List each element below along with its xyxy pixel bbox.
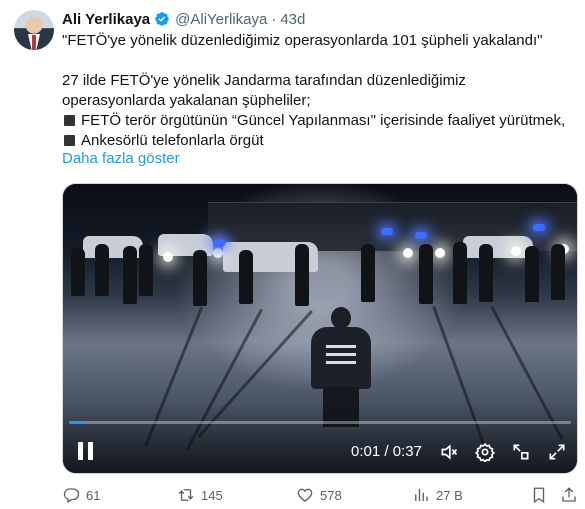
author-handle[interactable]: @AliYerlikaya: [175, 11, 267, 28]
controls-overlay: [63, 403, 577, 473]
reply-icon: [63, 488, 80, 503]
police-light: [415, 232, 427, 239]
tweet-header: Ali Yerlikaya @AliYerlikaya · 43d: [62, 9, 305, 29]
bullet-text: FETÖ terör örgütünün “Güncel Yapılanması…: [81, 112, 566, 129]
video-player[interactable]: 0:01 / 0:37: [62, 183, 578, 474]
pip-icon[interactable]: [511, 442, 531, 462]
reply-count: 61: [86, 487, 101, 503]
headlight: [403, 248, 413, 258]
post-time[interactable]: 43d: [280, 11, 305, 28]
bookmark-button[interactable]: [530, 486, 548, 504]
like-count: 578: [320, 487, 342, 503]
video-scene-person: [193, 250, 207, 306]
video-scene-person: [239, 250, 253, 304]
video-progress-bar[interactable]: [69, 421, 571, 424]
tweet-text-line: "FETÖ'ye yönelik düzenlediğimiz operasyo…: [62, 32, 543, 49]
video-scene-person: [525, 246, 539, 302]
headlight: [435, 248, 445, 258]
police-light: [213, 240, 225, 247]
bullet-square-icon: [64, 135, 75, 146]
tweet-bullet-line: Ankesörlü telefonlarla örgüt: [62, 131, 577, 151]
video-scene-person: [139, 244, 153, 296]
tweet-text-line: 27 ilde FETÖ'ye yönelik Jandarma tarafın…: [62, 72, 466, 89]
police-light: [381, 228, 393, 235]
tweet-bullet-line: FETÖ terör örgütünün “Güncel Yapılanması…: [62, 111, 577, 131]
video-scene-person: [71, 248, 85, 296]
video-scene-person: [123, 246, 137, 304]
video-scene-person: [95, 244, 109, 296]
avatar[interactable]: [14, 10, 54, 50]
bookmark-icon: [533, 487, 545, 504]
pause-icon[interactable]: [77, 442, 95, 460]
mute-icon[interactable]: [439, 442, 459, 462]
video-scene-person: [551, 244, 565, 300]
share-icon: [562, 487, 576, 502]
verified-badge-icon: [155, 12, 169, 26]
action-bar: 61 145 578 27 B: [0, 486, 585, 506]
show-more-link[interactable]: Daha fazla göster: [62, 150, 180, 167]
repost-count: 145: [201, 487, 223, 503]
video-scene-person: [453, 242, 467, 304]
author-name[interactable]: Ali Yerlikaya: [62, 11, 150, 28]
video-timecode: 0:01 / 0:37: [351, 443, 422, 460]
share-button[interactable]: [560, 486, 578, 504]
settings-icon[interactable]: [475, 442, 495, 462]
separator-dot: ·: [271, 10, 277, 28]
tweet-text-line: operasyonlarda yakalanan şüpheliler;: [62, 92, 311, 109]
bullet-text: Ankesörlü telefonlarla örgüt: [81, 132, 264, 149]
video-scene-person: [361, 244, 375, 302]
video-scene-person: [419, 244, 433, 304]
fullscreen-icon[interactable]: [547, 442, 567, 462]
video-scene-person: [479, 244, 493, 302]
video-scene-car: [463, 236, 533, 258]
like-icon: [297, 488, 313, 502]
views-count: 27 B: [436, 487, 463, 503]
headlight: [511, 246, 521, 256]
bullet-square-icon: [64, 115, 75, 126]
views-icon: [415, 489, 428, 501]
video-progress-fill: [69, 421, 83, 424]
video-scene-person: [295, 244, 309, 306]
repost-button[interactable]: 145: [177, 486, 223, 504]
like-button[interactable]: 578: [296, 486, 342, 504]
reply-button[interactable]: 61: [62, 486, 100, 504]
headlight: [213, 248, 223, 258]
police-light: [533, 224, 545, 231]
headlight: [163, 252, 173, 262]
repost-icon: [178, 489, 194, 501]
views-button[interactable]: 27 B: [412, 486, 463, 504]
